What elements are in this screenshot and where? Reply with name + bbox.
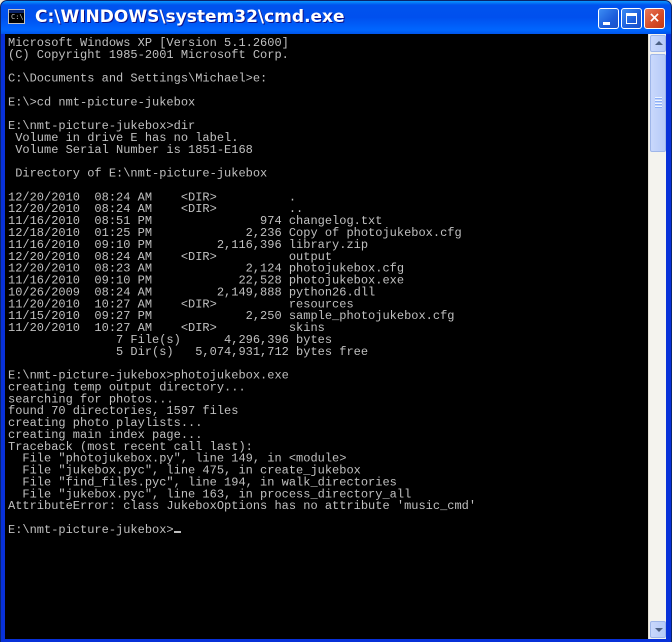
maximize-button[interactable] (621, 8, 642, 29)
scroll-up-button[interactable] (650, 35, 666, 52)
minimize-button[interactable] (598, 8, 619, 29)
minimize-icon (603, 22, 610, 25)
console-lines: Microsoft Windows XP [Version 5.1.2600] … (8, 36, 476, 513)
console-text: Microsoft Windows XP [Version 5.1.2600] … (8, 37, 476, 536)
grip-icon (655, 97, 662, 99)
grip-icon (655, 106, 662, 108)
console-line: E:\>cd nmt-picture-jukebox (8, 95, 196, 110)
vertical-scrollbar[interactable] (648, 34, 666, 639)
close-button[interactable]: × (644, 8, 665, 29)
console-line: Directory of E:\nmt-picture-jukebox (8, 166, 268, 181)
console-line: (C) Copyright 1985-2001 Microsoft Corp. (8, 47, 289, 62)
title-bar[interactable]: C:\ C:\WINDOWS\system32\cmd.exe × (1, 1, 671, 34)
cmd-window: C:\ C:\WINDOWS\system32\cmd.exe × Micros… (0, 0, 672, 642)
console-line: Volume Serial Number is 1851-E168 (8, 142, 253, 157)
console-line: 5 Dir(s) 5,074,931,712 bytes free (8, 344, 369, 359)
console-line: C:\Documents and Settings\Michael>e: (8, 71, 268, 86)
console-line: AttributeError: class JukeboxOptions has… (8, 499, 477, 514)
scroll-thumb[interactable] (650, 54, 666, 152)
console-output-area[interactable]: Microsoft Windows XP [Version 5.1.2600] … (5, 34, 648, 639)
window-title: C:\WINDOWS\system32\cmd.exe (35, 7, 345, 27)
scroll-up-arrow-icon (655, 41, 663, 45)
scroll-down-button[interactable] (650, 621, 666, 638)
console-icon-label: C:\ (11, 13, 24, 21)
grip-icon (655, 103, 662, 105)
close-icon: × (648, 10, 661, 26)
scroll-down-arrow-icon (655, 628, 663, 632)
grip-icon (655, 100, 662, 102)
text-cursor (173, 531, 181, 533)
console-icon[interactable]: C:\ (8, 9, 25, 24)
console-prompt: E:\nmt-picture-jukebox> (8, 523, 174, 537)
maximize-icon (626, 13, 637, 24)
